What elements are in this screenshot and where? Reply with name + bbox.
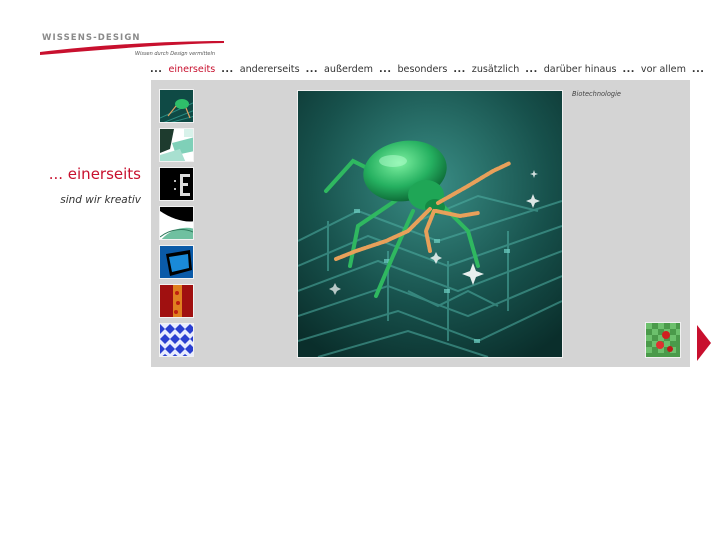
nav-separator: ... bbox=[453, 64, 466, 75]
thumb-red-orange-image bbox=[160, 285, 193, 317]
main-nav: ... einerseits ... andererseits ... auße… bbox=[150, 64, 710, 78]
nav-separator: ... bbox=[379, 64, 392, 75]
thumb-curve[interactable] bbox=[159, 206, 194, 240]
next-arrow-icon[interactable] bbox=[697, 325, 711, 361]
next-thumbnail-image bbox=[646, 323, 680, 357]
nav-separator: ... bbox=[525, 64, 538, 75]
nav-separator: ... bbox=[622, 64, 635, 75]
section-headline: ... einerseits bbox=[48, 165, 141, 183]
nav-item-besonders[interactable]: besonders bbox=[397, 64, 447, 78]
thumb-abstract-green-image bbox=[160, 129, 193, 161]
thumb-curve-image bbox=[160, 207, 193, 239]
nav-item-darueber-hinaus[interactable]: darüber hinaus bbox=[544, 64, 617, 78]
nav-item-andererseits[interactable]: andererseits bbox=[240, 64, 300, 78]
thumb-checker-image bbox=[160, 324, 193, 356]
logo-tagline: Wissen durch Design vermitteln bbox=[135, 51, 216, 57]
thumb-checker[interactable] bbox=[159, 323, 194, 357]
nav-item-einerseits[interactable]: einerseits bbox=[168, 64, 215, 78]
thumb-red-orange[interactable] bbox=[159, 284, 194, 318]
thumb-letter-e-image bbox=[160, 168, 193, 200]
nav-item-vor-allem[interactable]: vor allem bbox=[641, 64, 686, 78]
nav-separator: ... bbox=[150, 64, 163, 75]
thumb-letter-e[interactable] bbox=[159, 167, 194, 201]
nav-separator: ... bbox=[691, 64, 705, 75]
nav-separator: ... bbox=[305, 64, 318, 75]
thumb-beetle[interactable] bbox=[159, 89, 194, 123]
section-subline: sind wir kreativ bbox=[60, 194, 141, 206]
nav-item-zusaetzlich[interactable]: zusätzlich bbox=[472, 64, 519, 78]
logo[interactable]: WISSENS-DESIGN Wissen durch Design vermi… bbox=[38, 33, 228, 63]
beetle-illustration bbox=[298, 91, 562, 357]
thumb-beetle-image bbox=[160, 90, 193, 122]
nav-separator: ... bbox=[221, 64, 234, 75]
image-caption: Biotechnologie bbox=[572, 90, 621, 98]
nav-item-ausserdem[interactable]: außerdem bbox=[324, 64, 373, 78]
next-image-thumbnail[interactable] bbox=[645, 322, 681, 358]
thumb-blue-screen-image bbox=[160, 246, 193, 278]
main-artwork-beetle bbox=[297, 90, 563, 358]
thumb-abstract-green[interactable] bbox=[159, 128, 194, 162]
thumb-blue-screen[interactable] bbox=[159, 245, 194, 279]
